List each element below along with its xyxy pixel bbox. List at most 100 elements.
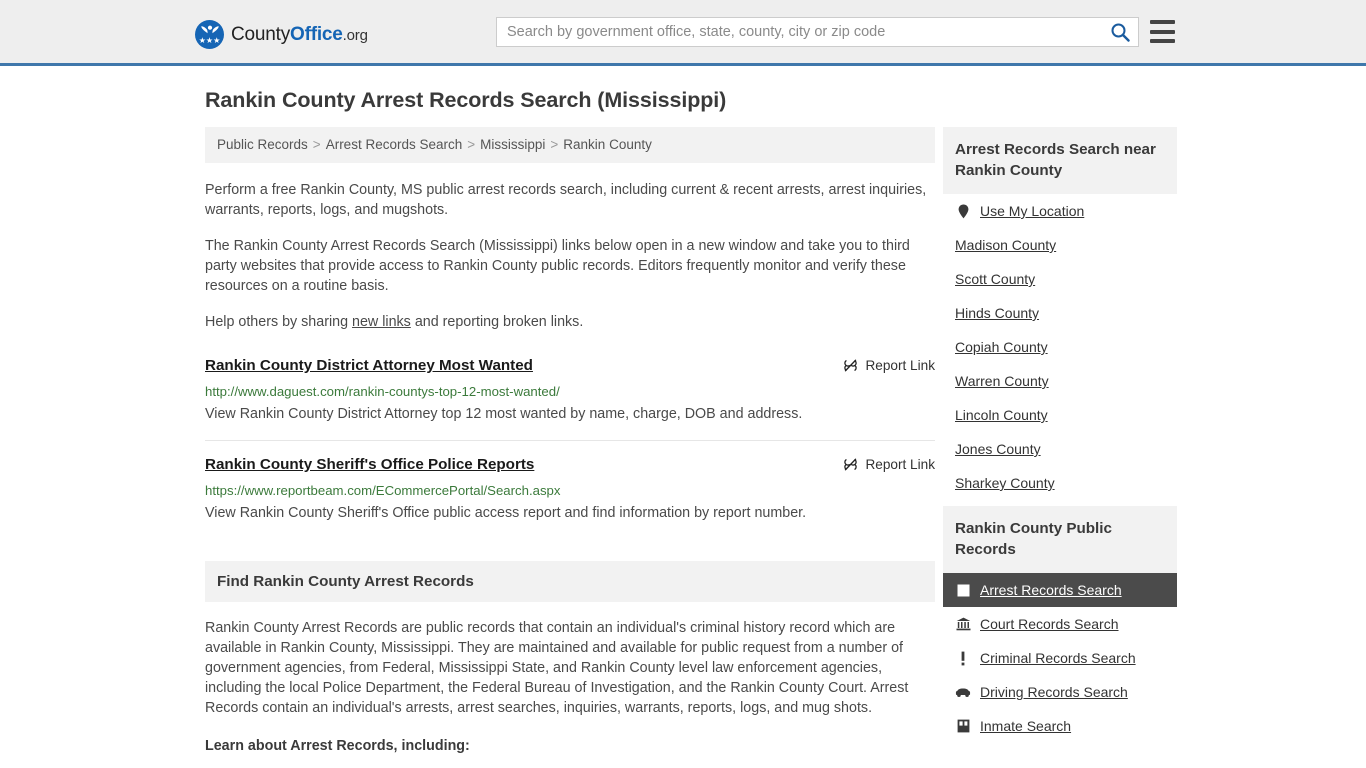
sidebar-item-label: Madison County: [955, 237, 1057, 253]
breadcrumb-separator-1: >: [312, 137, 321, 152]
intro-paragraph-2: The Rankin County Arrest Records Search …: [205, 238, 910, 294]
sidebar-item-label: Warren County: [955, 373, 1049, 389]
exclamation-shape: [961, 651, 965, 665]
eagle-wing-shape: [200, 25, 219, 34]
search-input[interactable]: [497, 18, 1102, 46]
sidebar-item-sharkey-county[interactable]: Sharkey County: [943, 466, 1177, 500]
exclamation-icon: [955, 650, 971, 666]
map-pin-icon: [955, 203, 971, 219]
sidebar-item-label: Hinds County: [955, 305, 1040, 321]
sidebar-item-jones-county[interactable]: Jones County: [943, 432, 1177, 466]
sidebar-item-arrest-records-search[interactable]: Arrest Records Search: [943, 573, 1177, 607]
sidebar-item-warren-county[interactable]: Warren County: [943, 364, 1177, 398]
jail-building-shape: [957, 719, 969, 733]
search-button[interactable]: [1102, 18, 1138, 46]
sidebar-item-criminal-records-search[interactable]: Criminal Records Search: [943, 641, 1177, 675]
find-records-heading: Find Rankin County Arrest Records: [205, 561, 935, 602]
breadcrumb-separator-2: >: [467, 137, 476, 152]
report-link-label: Report Link: [865, 457, 935, 472]
sidebar-item-label: Criminal Records Search: [980, 650, 1136, 666]
learn-about-heading: Learn about Arrest Records, including:: [205, 738, 470, 754]
public-records-heading: Rankin County Public Records: [943, 506, 1177, 573]
result-url: http://www.daguest.com/rankin-countys-to…: [205, 384, 560, 399]
breadcrumb-item-arrest-records-search[interactable]: Arrest Records Search: [326, 137, 463, 152]
new-links-link[interactable]: new links: [352, 314, 411, 330]
intro-paragraph-1: Perform a free Rankin County, MS public …: [205, 182, 927, 218]
page-title: Rankin County Arrest Records Search (Mis…: [205, 88, 727, 112]
page-body: Rankin County Arrest Records Search (Mis…: [0, 66, 1366, 768]
sidebar-item-driving-records-search[interactable]: Driving Records Search: [943, 675, 1177, 709]
intro-p3-after: and reporting broken links.: [410, 314, 584, 330]
hamburger-menu-icon[interactable]: [1150, 20, 1175, 43]
logo-stars: ★★★: [198, 36, 221, 45]
sidebar-item-label: Jones County: [955, 441, 1041, 457]
car-icon: [955, 684, 971, 700]
public-records-box: Rankin County Public Records Arrest Reco…: [943, 506, 1177, 743]
brand-county-text: County: [231, 23, 291, 45]
sidebar-item-label: Scott County: [955, 271, 1036, 287]
result-description: View Rankin County District Attorney top…: [205, 406, 803, 422]
sidebar-item-label: Inmate Search: [980, 718, 1072, 734]
sidebar-item-madison-county[interactable]: Madison County: [943, 228, 1177, 262]
brand-org-text: .org: [342, 26, 368, 44]
search-icon: [1111, 23, 1130, 42]
hamburger-bar-1: [1150, 20, 1175, 24]
sidebar-item-label: Use My Location: [980, 203, 1085, 219]
sidebar-item-label: Court Records Search: [980, 616, 1119, 632]
nearby-counties-box: Arrest Records Search near Rankin County…: [943, 127, 1177, 500]
breadcrumb-item-rankin-county[interactable]: Rankin County: [563, 137, 652, 152]
report-link-button[interactable]: Report Link: [843, 455, 935, 472]
find-records-section: Find Rankin County Arrest Records Rankin…: [205, 561, 935, 768]
result-item: Rankin County District Attorney Most Wan…: [205, 356, 935, 441]
arrest-records-shape: [957, 584, 969, 596]
sidebar-item-lincoln-county[interactable]: Lincoln County: [943, 398, 1177, 432]
breadcrumb: Public Records > Arrest Records Search > Mis…: [205, 127, 935, 163]
result-title-link[interactable]: Rankin County District Attorney Most Wan…: [205, 356, 533, 376]
page-columns: Public Records > Arrest Records Search > Mis…: [0, 127, 1366, 768]
broken-link-icon: [844, 359, 858, 372]
public-records-list: Arrest Records Search Court Records Sear…: [943, 573, 1177, 743]
map-pin-shape: [958, 204, 968, 218]
intro-text: Perform a free Rankin County, MS public …: [205, 180, 935, 332]
arrest-records-icon: [955, 582, 971, 598]
site-logo-link[interactable]: ★★★ CountyOffice.org: [195, 20, 368, 49]
report-link-button[interactable]: Report Link: [843, 356, 935, 373]
sidebar-item-hinds-county[interactable]: Hinds County: [943, 296, 1177, 330]
result-description: View Rankin County Sheriff's Office publ…: [205, 505, 807, 521]
sidebar-item-label: Arrest Records Search: [980, 582, 1122, 598]
breadcrumb-separator-3: >: [550, 137, 559, 152]
sidebar-item-inmate-search[interactable]: Inmate Search: [943, 709, 1177, 743]
result-header: Rankin County Sheriff's Office Police Re…: [205, 455, 935, 475]
sidebar-item-scott-county[interactable]: Scott County: [943, 262, 1177, 296]
results-list: Rankin County District Attorney Most Wan…: [205, 356, 935, 539]
car-shape: [955, 687, 971, 697]
sidebar-item-court-records-search[interactable]: Court Records Search: [943, 607, 1177, 641]
site-header: ★★★ CountyOffice.org: [0, 0, 1366, 66]
courthouse-shape: [956, 617, 970, 631]
result-item: Rankin County Sheriff's Office Police Re…: [205, 455, 935, 539]
search-bar: [496, 17, 1139, 47]
nearby-counties-heading: Arrest Records Search near Rankin County: [943, 127, 1177, 194]
report-link-label: Report Link: [865, 358, 935, 373]
breadcrumb-item-public-records[interactable]: Public Records: [217, 137, 308, 152]
main-content: Public Records > Arrest Records Search > Mis…: [205, 127, 935, 768]
intro-paragraph-3: Help others by sharing new links and rep…: [205, 312, 935, 332]
result-title-link[interactable]: Rankin County Sheriff's Office Police Re…: [205, 455, 534, 475]
eagle-stars-logo-icon: ★★★: [195, 20, 224, 49]
broken-link-icon: [844, 458, 858, 471]
sidebar-item-copiah-county[interactable]: Copiah County: [943, 330, 1177, 364]
sidebar-item-use-my-location[interactable]: Use My Location: [943, 194, 1177, 228]
jail-building-icon: [955, 718, 971, 734]
result-url: https://www.reportbeam.com/ECommercePort…: [205, 483, 561, 498]
brand-office-text: Office: [290, 23, 343, 45]
sidebar-item-label: Driving Records Search: [980, 684, 1128, 700]
intro-p3-before: Help others by sharing: [205, 314, 353, 330]
find-records-paragraph: Rankin County Arrest Records are public …: [205, 620, 909, 716]
hamburger-bar-2: [1150, 29, 1175, 34]
result-header: Rankin County District Attorney Most Wan…: [205, 356, 935, 376]
sidebar-item-label: Copiah County: [955, 339, 1048, 355]
breadcrumb-item-mississippi[interactable]: Mississippi: [480, 137, 545, 152]
sidebar-item-label: Lincoln County: [955, 407, 1048, 423]
hamburger-bar-3: [1150, 39, 1175, 43]
brand-wordmark: CountyOffice.org: [231, 24, 368, 46]
